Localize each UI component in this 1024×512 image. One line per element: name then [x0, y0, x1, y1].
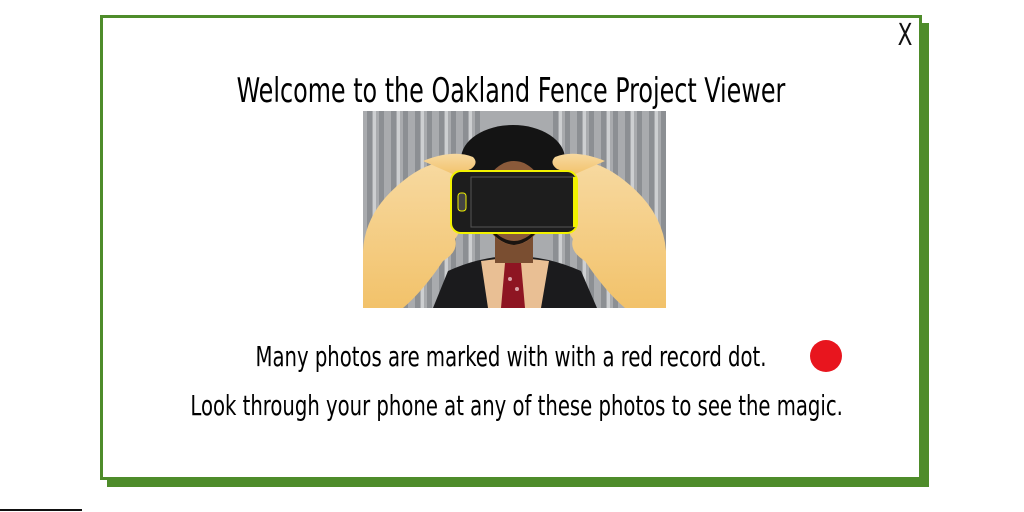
- instruction-line-1: Many photos are marked with with a red r…: [255, 340, 767, 373]
- divider: [0, 509, 82, 511]
- dialog-title: Welcome to the Oakland Fence Project Vie…: [236, 71, 786, 111]
- instruction-line-2: Look through your phone at any of these …: [190, 389, 843, 422]
- red-record-dot-icon: [810, 340, 842, 372]
- close-button[interactable]: X: [895, 18, 914, 54]
- hero-image: [363, 111, 666, 308]
